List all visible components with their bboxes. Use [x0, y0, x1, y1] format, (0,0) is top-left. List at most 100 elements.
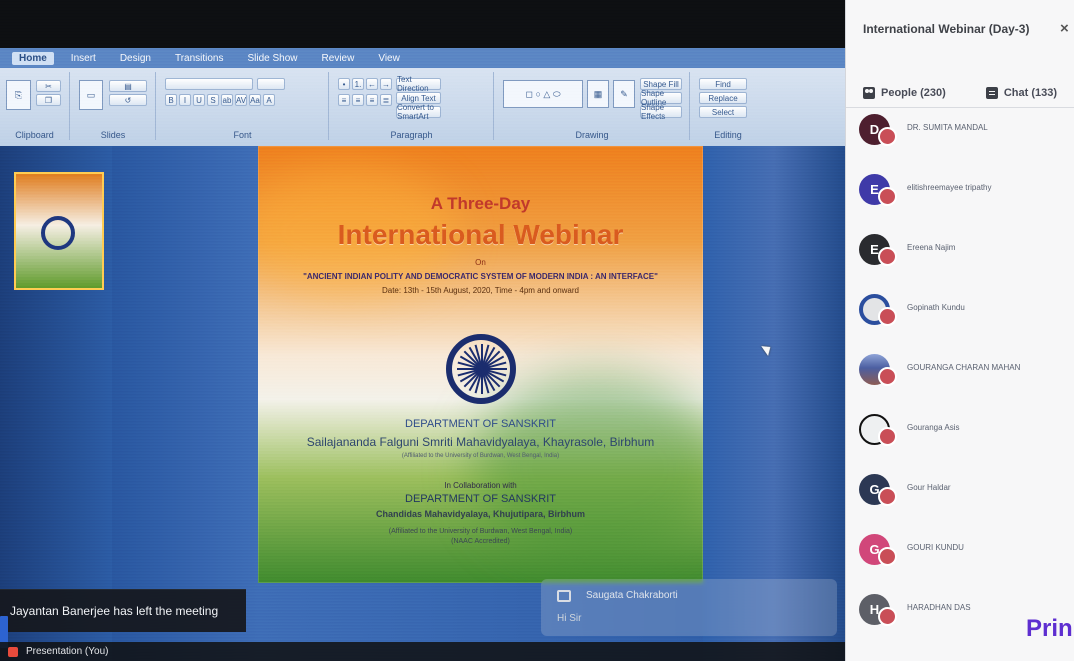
strikethrough-icon[interactable]: S — [207, 94, 219, 106]
layout-button[interactable]: ▤ — [109, 80, 147, 92]
chat-message-text: Hi Sir — [557, 613, 582, 624]
notification-text: Jayantan Banerjee has left the meeting — [10, 604, 219, 618]
replace-button[interactable]: Replace — [699, 92, 747, 104]
ribbon-group-label: Slides — [100, 130, 126, 140]
slide-title-big: International Webinar — [337, 219, 624, 250]
collaborating-college: Chandidas Mahavidyalaya, Khujutipara, Bi… — [375, 509, 586, 519]
indent-decrease-icon[interactable]: ← — [366, 78, 378, 90]
participant-row[interactable]: E elitishreemayee tripathy — [859, 170, 1074, 226]
participant-row[interactable]: GOURANGA CHARAN MAHAN — [859, 350, 1074, 406]
font-name-box[interactable] — [165, 78, 253, 90]
copy-icon[interactable]: ❐ — [36, 94, 61, 106]
text-direction-button[interactable]: Text Direction — [396, 75, 441, 93]
meeting-title: International Webinar (Day-3) — [863, 22, 1030, 36]
shapes-gallery-icon[interactable]: ◻ ○ △ ⬭ — [503, 80, 583, 108]
participant-status-badge — [878, 547, 897, 566]
find-button[interactable]: Find — [699, 78, 747, 90]
slide-date: Date: 13th - 15th August, 2020, Time - 4… — [381, 286, 579, 295]
quick-styles-icon[interactable]: ✎ — [613, 80, 635, 108]
participant-name: GOURANGA CHARAN MAHAN — [907, 363, 1021, 372]
ribbon-group-label: Paragraph — [390, 130, 433, 140]
ashoka-chakra-icon — [446, 334, 516, 404]
sidebar-tabs: People (230) Chat (133) — [863, 79, 1074, 107]
ribbon-tab-view[interactable]: View — [371, 52, 407, 65]
ribbon-body: ⎘ ✂ ❐ Clipboard ▭ ▤ ↺ Slides B I U S ab … — [0, 68, 845, 146]
collaborating-department: DEPARTMENT OF SANSKRIT — [405, 493, 556, 505]
justify-icon[interactable]: ≣ — [380, 94, 392, 106]
text-shadow-icon[interactable]: ab — [221, 94, 233, 106]
slide-title-small: A Three-Day — [430, 194, 531, 213]
slide-topic: "ANCIENT INDIAN POLITY AND DEMOCRATIC SY… — [303, 272, 658, 281]
ribbon-group-label: Drawing — [575, 130, 609, 140]
align-left-icon[interactable]: ≡ — [338, 94, 350, 106]
main-stage: Home Insert Design Transitions Slide Sho… — [0, 0, 845, 661]
collaboration-text: In Collaboration with — [444, 481, 517, 490]
char-spacing-icon[interactable]: AV — [235, 94, 247, 106]
reset-button[interactable]: ↺ — [109, 94, 147, 106]
chat-icon — [985, 87, 998, 99]
italic-icon[interactable]: I — [179, 94, 191, 106]
bold-icon[interactable]: B — [165, 94, 177, 106]
participant-row[interactable]: E Ereena Najim — [859, 230, 1074, 286]
college-name: Sailajananda Falguni Smriti Mahavidyalay… — [306, 435, 655, 449]
top-bar — [0, 0, 845, 48]
presentation-status-text: Presentation (You) — [26, 646, 109, 657]
cut-icon[interactable]: ✂ — [36, 80, 61, 92]
affiliation-line-1: (Affiliated to the University of Burdwan… — [388, 528, 573, 535]
participant-status-badge — [878, 127, 897, 146]
underline-icon[interactable]: U — [193, 94, 205, 106]
align-center-icon[interactable]: ≡ — [352, 94, 364, 106]
meeting-sidebar: International Webinar (Day-3) × People (… — [845, 0, 1074, 661]
new-slide-icon[interactable]: ▭ — [79, 80, 103, 110]
ribbon-tab-slideshow[interactable]: Slide Show — [241, 52, 305, 65]
ribbon-tab-review[interactable]: Review — [315, 52, 362, 65]
participant-row[interactable]: Gopinath Kundu — [859, 290, 1074, 346]
close-icon[interactable]: × — [1060, 20, 1069, 37]
participant-name: Gouranga Asis — [907, 423, 960, 432]
ribbon-group-drawing: ◻ ○ △ ⬭ ▦ ✎ Shape Fill Shape Outline Sha… — [495, 72, 690, 140]
ribbon-tab-home[interactable]: Home — [12, 51, 54, 65]
ashoka-chakra-icon — [41, 216, 75, 250]
participant-row[interactable]: Gouranga Asis — [859, 410, 1074, 466]
slide-thumbnail-pane — [0, 146, 112, 661]
affiliation-line-2: (NAAC Accredited) — [451, 538, 510, 545]
slide-on-text: On — [475, 258, 486, 267]
align-right-icon[interactable]: ≡ — [366, 94, 378, 106]
ribbon-group-label: Font — [233, 130, 252, 140]
participant-name: elitishreemayee tripathy — [907, 183, 992, 192]
font-size-box[interactable] — [257, 78, 285, 90]
select-button[interactable]: Select — [699, 106, 747, 118]
chat-message-toast[interactable]: Saugata Chakraborti Hi Sir — [541, 579, 837, 636]
participant-row[interactable]: D DR. SUMITA MANDAL — [859, 110, 1074, 166]
font-color-icon[interactable]: A — [263, 94, 275, 106]
powerpoint-ribbon: Home Insert Design Transitions Slide Sho… — [0, 48, 845, 148]
slide-thumbnail[interactable] — [14, 172, 104, 290]
arrange-icon[interactable]: ▦ — [587, 80, 609, 108]
ribbon-tab-design[interactable]: Design — [113, 52, 158, 65]
ribbon-group-label: Editing — [714, 130, 742, 140]
participant-row[interactable]: G GOURI KUNDU — [859, 530, 1074, 586]
tab-people[interactable]: People (230) — [863, 87, 946, 99]
participant-row[interactable]: G Gour Haldar — [859, 470, 1074, 526]
participant-status-badge — [878, 187, 897, 206]
smartart-button[interactable]: Convert to SmartArt — [396, 103, 441, 121]
change-case-icon[interactable]: Aa — [249, 94, 261, 106]
participant-name: Gopinath Kundu — [907, 303, 965, 312]
presentation-slide: A Three-Day International Webinar On "AN… — [258, 146, 703, 583]
participant-status-badge — [878, 367, 897, 386]
ribbon-group-label: Clipboard — [15, 130, 54, 140]
ribbon-group-editing: Find Replace Select Editing — [691, 72, 765, 140]
ribbon-tab-insert[interactable]: Insert — [64, 52, 103, 65]
paste-icon[interactable]: ⎘ — [6, 80, 31, 110]
numbering-icon[interactable]: 1. — [352, 78, 364, 90]
screen: Home Insert Design Transitions Slide Sho… — [0, 0, 1074, 661]
indent-increase-icon[interactable]: → — [380, 78, 392, 90]
ribbon-tab-transitions[interactable]: Transitions — [168, 52, 231, 65]
ribbon-group-font: B I U S ab AV Aa A Font — [157, 72, 329, 140]
tab-chat[interactable]: Chat (133) — [985, 87, 1057, 99]
participant-status-badge — [878, 427, 897, 446]
shape-effects-button[interactable]: Shape Effects — [640, 103, 682, 121]
bullets-icon[interactable]: • — [338, 78, 350, 90]
participant-name: Ereena Najim — [907, 243, 956, 252]
participant-name: Gour Haldar — [907, 483, 951, 492]
